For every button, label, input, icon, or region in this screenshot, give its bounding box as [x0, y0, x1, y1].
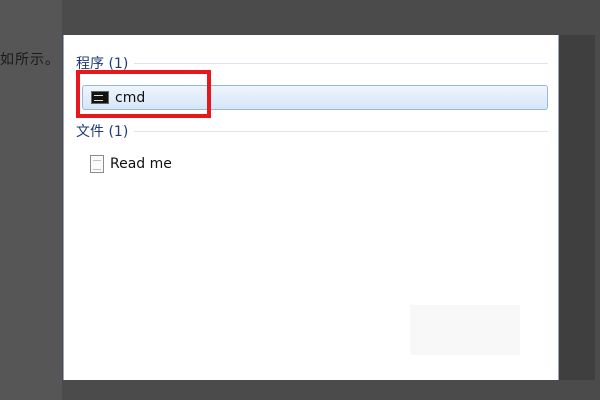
files-section-header: 文件 (1) [76, 121, 548, 141]
watermark-overlay [410, 305, 520, 355]
text-document-icon [90, 154, 104, 173]
background-strip [555, 35, 595, 380]
file-result-label: Read me [110, 155, 172, 172]
red-highlight-annotation [76, 70, 211, 118]
background-text: 如所示。 [0, 52, 60, 68]
files-section-title[interactable]: 文件 (1) [76, 121, 128, 141]
file-result-read-me[interactable]: Read me [82, 151, 548, 176]
section-divider [134, 62, 548, 64]
section-divider [134, 130, 548, 132]
